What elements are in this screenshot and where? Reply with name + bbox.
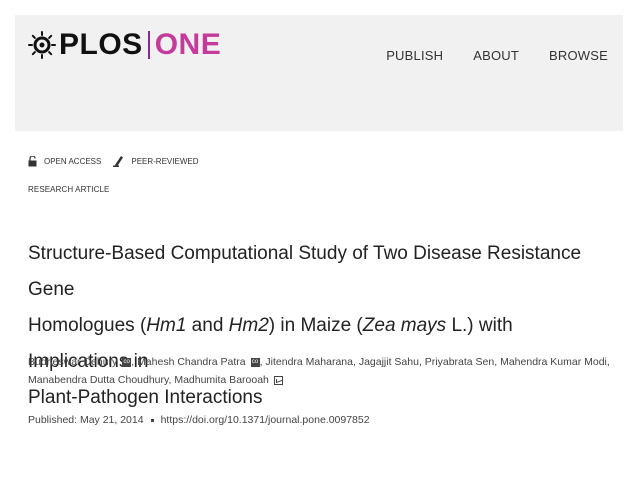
author-name: Jitendra Maharana [265, 356, 353, 368]
article-title: Structure-Based Computational Study of T… [28, 236, 618, 416]
peer-reviewed-badge[interactable]: PEER-REVIEWED [113, 155, 198, 167]
nav-about[interactable]: ABOUT [473, 48, 519, 63]
plos-sun-icon [28, 31, 56, 59]
open-access-badge[interactable]: OPEN ACCESS [28, 155, 102, 167]
author-name: Manabendra Dutta Choudhury [28, 374, 169, 386]
nav-browse[interactable]: BROWSE [549, 48, 608, 63]
nav-publish[interactable]: PUBLISH [386, 48, 443, 63]
publication-info: Published: May 21, 2014 https://doi.org/… [28, 414, 370, 426]
gene-hm1: Hm1 [146, 315, 187, 336]
pen-icon [113, 156, 124, 167]
author-name: Madhumita Barooah [174, 374, 269, 386]
author-name: Priyabrata Sen [424, 356, 495, 368]
title-text: Homologues ( [28, 315, 147, 336]
logo-plos-text: PLOS [59, 28, 143, 61]
author[interactable]: Jitendra Maharana, [265, 356, 355, 368]
logo-divider [147, 31, 150, 59]
species-name: Zea mays [362, 315, 447, 336]
author[interactable]: Manabendra Dutta Choudhury, [28, 374, 171, 386]
peer-reviewed-label: PEER-REVIEWED [131, 156, 199, 166]
article-badges: OPEN ACCESS PEER-REVIEWED [28, 155, 210, 167]
title-line-1: Structure-Based Computational Study of T… [28, 243, 582, 300]
unlock-icon [28, 155, 37, 166]
author[interactable]: Budheswar Dehury co, [28, 356, 134, 368]
title-text: ) in Maize ( [268, 315, 363, 336]
doi-link[interactable]: https://doi.org/10.1371/journal.pone.009… [161, 414, 370, 426]
separator-dot [150, 418, 154, 422]
logo-one-text: ONE [154, 28, 222, 61]
contributor-icon[interactable]: co [122, 357, 132, 367]
site-header: PLOS ONE PUBLISH ABOUT BROWSE [15, 15, 623, 131]
published-date: Published: May 21, 2014 [28, 414, 144, 426]
contributor-icon[interactable]: co [250, 357, 260, 367]
article-type: RESEARCH ARTICLE [28, 185, 110, 194]
author-name: Mahendra Kumar Modi [500, 356, 607, 368]
main-nav: PUBLISH ABOUT BROWSE [386, 48, 608, 63]
gene-hm2: Hm2 [228, 315, 269, 336]
author[interactable]: Mahesh Chandra Patra co, [137, 356, 262, 368]
author-name: Budheswar Dehury [28, 356, 118, 368]
email-icon[interactable] [273, 375, 283, 385]
open-access-label: OPEN ACCESS [44, 156, 102, 166]
author[interactable]: Priyabrata Sen, [425, 356, 497, 368]
plos-one-logo[interactable]: PLOS ONE [27, 28, 221, 62]
title-text: and [186, 315, 229, 336]
author[interactable]: Madhumita Barooah [174, 374, 283, 386]
author-list: Budheswar Dehury co, Mahesh Chandra Patr… [28, 353, 628, 389]
author-name: Jagajjit Sahu [358, 356, 419, 368]
author-name: Mahesh Chandra Patra [137, 356, 246, 368]
author[interactable]: Jagajjit Sahu, [359, 356, 422, 368]
author[interactable]: Mahendra Kumar Modi, [500, 356, 610, 368]
